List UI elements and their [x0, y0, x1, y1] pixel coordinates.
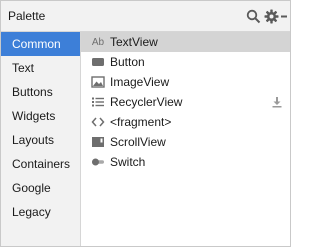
category-widgets[interactable]: Widgets: [1, 104, 80, 128]
image-icon: [91, 75, 105, 89]
scroll-view-icon: [91, 135, 105, 149]
palette-header: Palette: [1, 1, 290, 32]
text-view-icon-glyph: Ab: [91, 36, 105, 48]
widget-list: Ab TextView Button ImageView RecyclerVie…: [81, 32, 290, 246]
panel-title: Palette: [8, 9, 46, 23]
button-icon: [91, 55, 105, 69]
search-icon[interactable]: [245, 8, 261, 24]
list-item-imageview[interactable]: ImageView: [81, 72, 290, 92]
category-google[interactable]: Google: [1, 176, 80, 200]
category-sidebar: Common Text Buttons Widgets Layouts Cont…: [1, 32, 81, 246]
list-item-label: ImageView: [110, 75, 170, 89]
list-item-recyclerview[interactable]: RecyclerView: [81, 92, 290, 112]
list-item-label: Switch: [110, 155, 146, 169]
category-text[interactable]: Text: [1, 56, 80, 80]
fragment-icon: [91, 115, 105, 129]
category-legacy[interactable]: Legacy: [1, 200, 80, 224]
category-buttons[interactable]: Buttons: [1, 80, 80, 104]
list-icon: [91, 95, 105, 109]
palette-panel: Palette Common Text Buttons Widgets Layo…: [0, 0, 291, 247]
list-item-switch[interactable]: Switch: [81, 152, 290, 172]
list-item-label: TextView: [110, 35, 158, 49]
category-common[interactable]: Common: [1, 32, 80, 56]
list-item-textview[interactable]: Ab TextView: [81, 32, 290, 52]
list-item-button[interactable]: Button: [81, 52, 290, 72]
list-item-label: ScrollView: [110, 135, 166, 149]
list-item-label: RecyclerView: [110, 95, 183, 109]
text-view-icon: Ab: [91, 35, 105, 49]
gear-icon[interactable]: [263, 8, 279, 24]
switch-icon: [91, 155, 105, 169]
list-item-label: Button: [110, 55, 145, 69]
download-icon[interactable]: [270, 95, 284, 109]
minimize-icon[interactable]: [279, 8, 289, 24]
list-item-label: <fragment>: [110, 115, 172, 129]
list-item-fragment[interactable]: <fragment>: [81, 112, 290, 132]
category-layouts[interactable]: Layouts: [1, 128, 80, 152]
list-item-scrollview[interactable]: ScrollView: [81, 132, 290, 152]
category-containers[interactable]: Containers: [1, 152, 80, 176]
